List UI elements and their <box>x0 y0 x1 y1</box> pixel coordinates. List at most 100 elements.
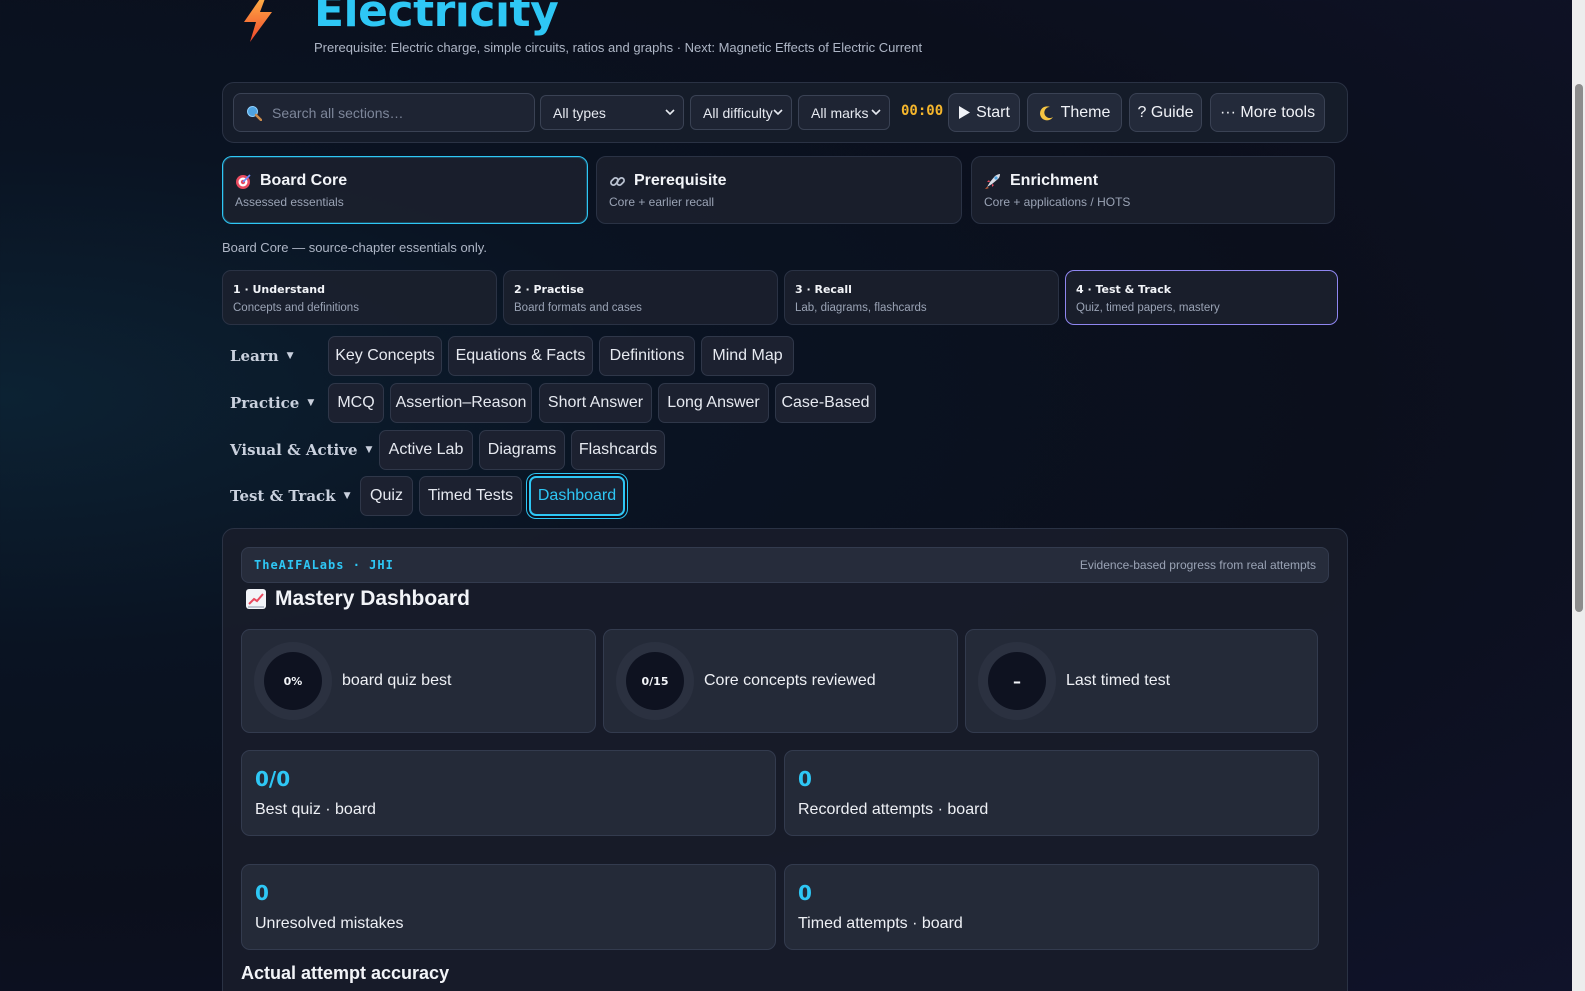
page-subtitle: Prerequisite: Electric charge, simple ci… <box>314 40 923 55</box>
mode-subtitle: Assessed essentials <box>235 195 344 209</box>
nav-group-visual[interactable]: Visual & Active ▼ <box>230 441 372 459</box>
nav-group-learn[interactable]: Learn ▼ <box>230 347 294 365</box>
nav-row-practice: Practice ▼ MCQ Assertion–Reason Short Ans… <box>222 383 1348 423</box>
stat-value: 0 <box>798 767 812 791</box>
toolbar: All types All difficulty All marks 00:00… <box>222 82 1348 143</box>
step-title: 4 · Test & Track <box>1076 283 1172 296</box>
mode-title: Enrichment <box>1010 172 1099 189</box>
nav-item-dashboard[interactable]: Dashboard <box>529 476 625 516</box>
nav-group-label: Learn <box>230 347 279 365</box>
start-button[interactable]: Start <box>948 93 1020 132</box>
mode-title: Board Core <box>260 172 348 189</box>
difficulty-filter-select[interactable]: All difficulty <box>690 95 792 130</box>
nav-item-flashcards[interactable]: Flashcards <box>571 430 665 470</box>
nav-item-diagrams[interactable]: Diagrams <box>479 430 565 470</box>
stat-value: 0 <box>798 881 812 905</box>
nav-row-test: Test & Track ▼ Quiz Timed Tests Dashboard <box>222 476 1348 516</box>
brand-tagline: Evidence-based progress from real attemp… <box>1079 558 1316 572</box>
nav-item-timed-tests[interactable]: Timed Tests <box>419 476 522 516</box>
search-icon <box>247 105 262 121</box>
progress-ring: 0% <box>254 642 332 720</box>
mode-title: Prerequisite <box>634 172 727 189</box>
mode-board-core[interactable]: Board Core Assessed essentials <box>222 156 588 224</box>
ring-card-quiz-best: 0% board quiz best <box>241 629 596 733</box>
nav-row-visual: Visual & Active ▼ Active Lab Diagrams Fla… <box>222 430 1348 470</box>
nav-item-mcq[interactable]: MCQ <box>328 383 384 423</box>
chevron-down-icon <box>665 109 675 116</box>
chart-increasing-icon <box>246 589 266 609</box>
ring-label: board quiz best <box>342 672 452 689</box>
lightning-bolt-icon <box>244 0 272 42</box>
marks-filter-value: All marks <box>811 104 869 121</box>
dashboard-title: Mastery Dashboard <box>245 587 470 611</box>
more-tools-label: ··· More tools <box>1219 103 1316 121</box>
step-subtitle: Lab, diagrams, flashcards <box>795 302 927 314</box>
nav-group-practice[interactable]: Practice ▼ <box>230 394 314 412</box>
step-subtitle: Concepts and definitions <box>233 302 359 314</box>
mode-selector: Board Core Assessed essentials Prerequis… <box>222 156 1348 224</box>
stat-label: Timed attempts · board <box>798 915 963 932</box>
stat-card-unresolved-mistakes: 0 Unresolved mistakes <box>241 864 776 950</box>
nav-row-learn: Learn ▼ Key Concepts Equations & Facts De… <box>222 336 1348 376</box>
nav-item-definitions[interactable]: Definitions <box>599 336 695 376</box>
nav-item-long-answer[interactable]: Long Answer <box>658 383 769 423</box>
nav-item-equations-facts[interactable]: Equations & Facts <box>448 336 593 376</box>
rocket-icon <box>985 173 1000 189</box>
nav-item-quiz[interactable]: Quiz <box>360 476 413 516</box>
step-test-track[interactable]: 4 · Test & Track Quiz, timed papers, mas… <box>1065 270 1338 325</box>
brand-name: TheAIFALabs · JHI <box>254 558 394 572</box>
ring-card-last-timed-test: – Last timed test <box>965 629 1318 733</box>
nav-group-label: Visual & Active <box>230 441 358 459</box>
ring-value: 0/15 <box>626 652 684 710</box>
mode-description: Board Core — source-chapter essentials o… <box>222 240 487 255</box>
start-label: Start <box>976 103 1010 121</box>
nav-item-active-lab[interactable]: Active Lab <box>379 430 473 470</box>
chevron-down-icon <box>773 109 783 116</box>
caret-down-icon: ▼ <box>307 398 315 408</box>
nav-group-label: Practice <box>230 394 300 412</box>
scrollbar-thumb[interactable] <box>1575 84 1583 612</box>
stat-card-timed-attempts: 0 Timed attempts · board <box>784 864 1319 950</box>
stat-value: 0 <box>255 881 269 905</box>
mode-prerequisite[interactable]: Prerequisite Core + earlier recall <box>596 156 962 224</box>
step-understand[interactable]: 1 · Understand Concepts and definitions <box>222 270 497 325</box>
stat-value: 0/0 <box>255 767 291 791</box>
type-filter-select[interactable]: All types <box>540 95 684 130</box>
timer-display: 00:00 <box>901 103 944 119</box>
section-heading-accuracy: Actual attempt accuracy <box>241 963 450 983</box>
step-subtitle: Board formats and cases <box>514 302 642 314</box>
stat-label: Best quiz · board <box>255 801 376 818</box>
nav-item-assertion-reason[interactable]: Assertion–Reason <box>390 383 532 423</box>
page-header: Electricity Prerequisite: Electric charg… <box>222 0 1348 80</box>
ring-label: Last timed test <box>1066 672 1171 689</box>
moon-icon <box>1039 105 1053 120</box>
vertical-scrollbar[interactable] <box>1572 0 1585 991</box>
search-input[interactable] <box>272 104 512 121</box>
step-recall[interactable]: 3 · Recall Lab, diagrams, flashcards <box>784 270 1059 325</box>
stat-card-recorded-attempts: 0 Recorded attempts · board <box>784 750 1319 836</box>
chevron-down-icon <box>871 109 881 116</box>
more-tools-button[interactable]: ··· More tools <box>1210 93 1325 132</box>
marks-filter-select[interactable]: All marks <box>798 95 890 130</box>
dashboard-title-text: Mastery Dashboard <box>275 587 470 610</box>
nav-group-test[interactable]: Test & Track ▼ <box>230 487 351 505</box>
caret-down-icon: ▼ <box>365 445 373 455</box>
nav-item-mind-map[interactable]: Mind Map <box>701 336 794 376</box>
nav-item-case-based[interactable]: Case-Based <box>775 383 876 423</box>
nav-item-short-answer[interactable]: Short Answer <box>539 383 652 423</box>
mode-subtitle: Core + applications / HOTS <box>984 195 1131 209</box>
step-practise[interactable]: 2 · Practise Board formats and cases <box>503 270 778 325</box>
search-box[interactable] <box>233 93 535 132</box>
page: Electricity Prerequisite: Electric charg… <box>222 0 1348 991</box>
step-subtitle: Quiz, timed papers, mastery <box>1076 302 1220 314</box>
mode-enrichment[interactable]: Enrichment Core + applications / HOTS <box>971 156 1335 224</box>
stat-label: Unresolved mistakes <box>255 915 404 932</box>
progress-ring: – <box>978 642 1056 720</box>
target-icon <box>236 173 251 189</box>
ring-value: – <box>988 652 1046 710</box>
caret-down-icon: ▼ <box>286 351 294 361</box>
guide-button[interactable]: ? Guide <box>1129 93 1202 132</box>
stat-label: Recorded attempts · board <box>798 801 989 818</box>
theme-button[interactable]: Theme <box>1027 93 1122 132</box>
nav-item-key-concepts[interactable]: Key Concepts <box>328 336 442 376</box>
